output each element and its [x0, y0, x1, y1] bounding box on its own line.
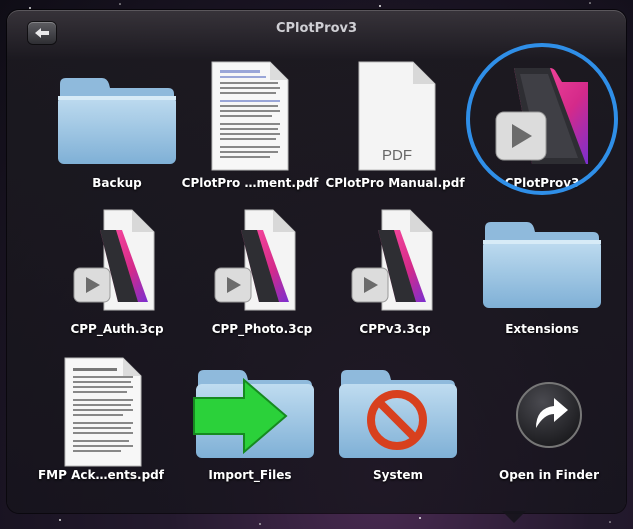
- grid-item-system[interactable]: System: [323, 350, 473, 490]
- import-folder-icon: [193, 370, 314, 458]
- open-in-finder-button[interactable]: Open in Finder: [474, 350, 624, 490]
- filemaker-file-icon: [214, 209, 296, 311]
- selection-ring: [466, 43, 618, 195]
- grid-item-import-files[interactable]: Import_Files: [175, 350, 325, 490]
- document-icon: [64, 357, 142, 467]
- item-label: Import_Files: [208, 468, 292, 482]
- restricted-folder-icon: [339, 370, 457, 458]
- item-label: FMP Ack…ents.pdf: [37, 468, 164, 482]
- filemaker-file-icon: [73, 209, 155, 311]
- grid-item-cpp-auth[interactable]: CPP_Auth.3cp: [42, 206, 192, 346]
- pdf-icon: PDF: [358, 61, 436, 171]
- item-label: Extensions: [505, 322, 579, 336]
- item-label: Open in Finder: [499, 468, 599, 482]
- filemaker-file-icon: [351, 209, 433, 311]
- folder-icon: [58, 78, 176, 164]
- open-in-finder-icon: [516, 382, 582, 448]
- stack-pointer: [502, 511, 526, 523]
- folder-icon: [483, 222, 601, 308]
- item-label: CPP_Photo.3cp: [211, 322, 313, 336]
- item-label: CPPv3.3cp: [359, 322, 431, 336]
- grid-item-cpp-photo[interactable]: CPP_Photo.3cp: [187, 206, 337, 346]
- item-label: CPlotPro …ment.pdf: [181, 176, 319, 190]
- item-label: Backup: [92, 176, 142, 190]
- grid-item-cplotpro-document[interactable]: CPlotPro …ment.pdf: [175, 60, 325, 200]
- item-label: CPP_Auth.3cp: [70, 322, 164, 336]
- grid-item-cplotpro-manual[interactable]: PDF CPlotPro Manual.pdf: [320, 60, 470, 200]
- window-title: CPlotProv3: [275, 21, 358, 36]
- pdf-badge: PDF: [382, 147, 412, 164]
- grid-item-extensions[interactable]: Extensions: [467, 206, 617, 346]
- grid-item-backup[interactable]: Backup: [42, 60, 192, 200]
- item-label: System: [373, 468, 423, 482]
- item-label: CPlotPro Manual.pdf: [325, 176, 465, 190]
- grid-item-cppv3[interactable]: CPPv3.3cp: [320, 206, 470, 346]
- grid-item-fmp-acknowledgments[interactable]: FMP Ack…ents.pdf: [26, 350, 176, 490]
- document-icon: [211, 61, 289, 171]
